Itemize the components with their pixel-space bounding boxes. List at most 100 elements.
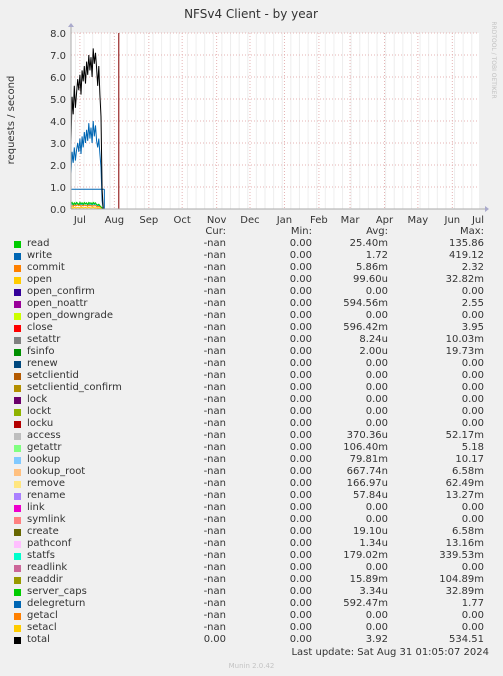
y-tick-label: 7.0	[50, 51, 66, 62]
legend-avg: 0.00	[365, 622, 388, 633]
legend-name: open_downgrade	[27, 310, 114, 321]
legend-swatch	[14, 577, 21, 584]
legend-max: 0.00	[461, 310, 484, 321]
legend-min: 0.00	[289, 406, 312, 417]
legend-name: setclientid	[27, 370, 79, 381]
legend-name: pathconf	[27, 538, 72, 549]
legend-cur: -nan	[203, 298, 226, 309]
legend-name: open	[27, 274, 52, 285]
legend-header-max: Max:	[459, 226, 484, 237]
legend-row-read: read -nan 0.00 25.40m 135.86	[0, 238, 503, 250]
legend-avg: 0.00	[365, 562, 388, 573]
legend-avg: 667.74n	[346, 466, 388, 477]
chart: NFSv4 Client - by year requests / second…	[6, 7, 497, 226]
legend-name: remove	[27, 478, 65, 489]
legend-name: write	[27, 250, 53, 261]
legend-row-create: create -nan 0.00 19.10u 6.58m	[0, 526, 503, 538]
x-tick-label: Jan	[276, 215, 292, 226]
legend-cur: -nan	[203, 250, 226, 261]
legend-max: 0.00	[461, 358, 484, 369]
legend-max: 2.32	[461, 262, 484, 273]
legend-avg: 166.97u	[346, 478, 388, 489]
legend-cur: -nan	[203, 358, 226, 369]
legend-min: 0.00	[289, 262, 312, 273]
legend-min: 0.00	[289, 238, 312, 249]
legend-cur: -nan	[203, 502, 226, 513]
legend-min: 0.00	[289, 586, 312, 597]
legend-row-remove: remove -nan 0.00 166.97u 62.49m	[0, 478, 503, 490]
legend-avg: 0.00	[365, 418, 388, 429]
legend-row-delegreturn: delegreturn -nan 0.00 592.47m 1.77	[0, 598, 503, 610]
legend-cur: -nan	[203, 286, 226, 297]
legend-avg: 596.42m	[343, 322, 388, 333]
legend-max: 0.00	[461, 622, 484, 633]
x-tick-label: May	[408, 215, 429, 226]
legend-avg: 2.00u	[359, 346, 388, 357]
legend-max: 0.00	[461, 562, 484, 573]
legend-name: readlink	[27, 562, 68, 573]
legend-swatch	[14, 325, 21, 332]
legend-swatch	[14, 265, 21, 272]
legend-avg: 0.00	[365, 514, 388, 525]
legend-name: close	[27, 322, 53, 333]
legend-swatch	[14, 589, 21, 596]
legend-name: open_confirm	[27, 286, 95, 297]
y-tick-label: 0.0	[50, 205, 66, 216]
legend-swatch	[14, 493, 21, 500]
legend-row-setacl: setacl -nan 0.00 0.00 0.00	[0, 622, 503, 634]
legend-max: 2.55	[461, 298, 484, 309]
legend-avg: 0.00	[365, 310, 388, 321]
legend-cur: -nan	[203, 550, 226, 561]
legend-min: 0.00	[289, 574, 312, 585]
legend-max: 6.58m	[451, 466, 484, 477]
legend-avg: 1.72	[365, 250, 388, 261]
legend-cur: -nan	[203, 322, 226, 333]
legend-name: lockt	[27, 406, 52, 417]
legend-max: 19.73m	[445, 346, 484, 357]
legend-min: 0.00	[289, 526, 312, 537]
legend-name: locku	[27, 418, 54, 429]
y-tick-label: 6.0	[50, 73, 66, 84]
legend-avg: 57.84u	[353, 490, 388, 501]
legend-name: renew	[27, 358, 58, 369]
legend-avg: 0.00	[365, 286, 388, 297]
y-tick-label: 5.0	[50, 95, 66, 106]
legend-name: access	[27, 430, 61, 441]
legend-cur: -nan	[203, 262, 226, 273]
legend-cur: -nan	[203, 466, 226, 477]
legend-header: Cur: Min: Avg: Max:	[0, 226, 503, 238]
x-tick-label: Sep	[139, 215, 158, 226]
x-tick-label: Dec	[240, 215, 259, 226]
legend-avg: 0.00	[365, 502, 388, 513]
legend-max: 0.00	[461, 394, 484, 405]
legend-cur: 0.00	[203, 634, 226, 645]
legend-max: 62.49m	[445, 478, 484, 489]
legend-row-getattr: getattr -nan 0.00 106.40m 5.18	[0, 442, 503, 454]
legend-min: 0.00	[289, 622, 312, 633]
legend-name: getattr	[27, 442, 62, 453]
legend-cur: -nan	[203, 526, 226, 537]
legend-min: 0.00	[289, 478, 312, 489]
legend-min: 0.00	[289, 322, 312, 333]
legend-name: commit	[27, 262, 65, 273]
legend-row-statfs: statfs -nan 0.00 179.02m 339.53m	[0, 550, 503, 562]
legend-min: 0.00	[289, 250, 312, 261]
legend-max: 1.77	[461, 598, 484, 609]
legend-min: 0.00	[289, 538, 312, 549]
legend-min: 0.00	[289, 418, 312, 429]
y-tick-label: 3.0	[50, 139, 66, 150]
legend-avg: 3.92	[365, 634, 388, 645]
legend-max: 135.86	[449, 238, 484, 249]
legend-cur: -nan	[203, 418, 226, 429]
legend-name: create	[27, 526, 59, 537]
chart-title: NFSv4 Client - by year	[184, 7, 318, 21]
legend-row-pathconf: pathconf -nan 0.00 1.34u 13.16m	[0, 538, 503, 550]
legend-name: setacl	[27, 622, 57, 633]
legend-max: 13.16m	[445, 538, 484, 549]
legend-swatch	[14, 421, 21, 428]
legend-min: 0.00	[289, 598, 312, 609]
munin-version: Munin 2.0.42	[228, 662, 275, 670]
legend-avg: 99.60u	[353, 274, 388, 285]
x-tick-label: Jul	[73, 215, 86, 226]
legend-name: lookup	[27, 454, 61, 465]
